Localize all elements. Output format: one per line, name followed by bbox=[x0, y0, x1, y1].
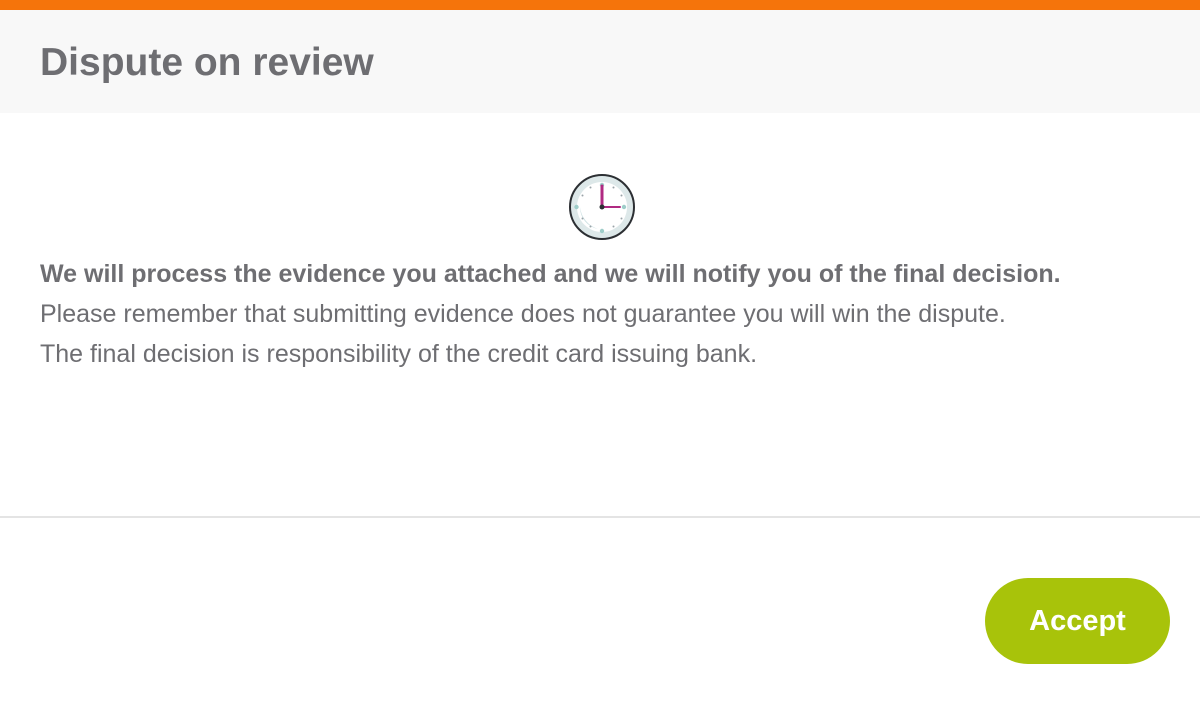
top-accent-bar bbox=[0, 0, 1200, 10]
dialog-body: We will process the evidence you attache… bbox=[0, 113, 1200, 516]
message-bank-decision: The final decision is responsibility of … bbox=[40, 340, 758, 368]
accept-button[interactable]: Accept bbox=[985, 578, 1170, 664]
dialog-header: Dispute on review bbox=[0, 10, 1200, 113]
message-disclaimer: Please remember that submitting evidence… bbox=[40, 300, 1006, 328]
dispute-review-dialog: Dispute on review We will process the ev… bbox=[0, 0, 1200, 704]
dialog-title: Dispute on review bbox=[40, 41, 374, 84]
footer-divider bbox=[0, 516, 1200, 518]
clock-icon bbox=[569, 174, 635, 240]
message-notice: We will process the evidence you attache… bbox=[40, 260, 1061, 288]
dialog-message: We will process the evidence you attache… bbox=[40, 254, 1160, 374]
